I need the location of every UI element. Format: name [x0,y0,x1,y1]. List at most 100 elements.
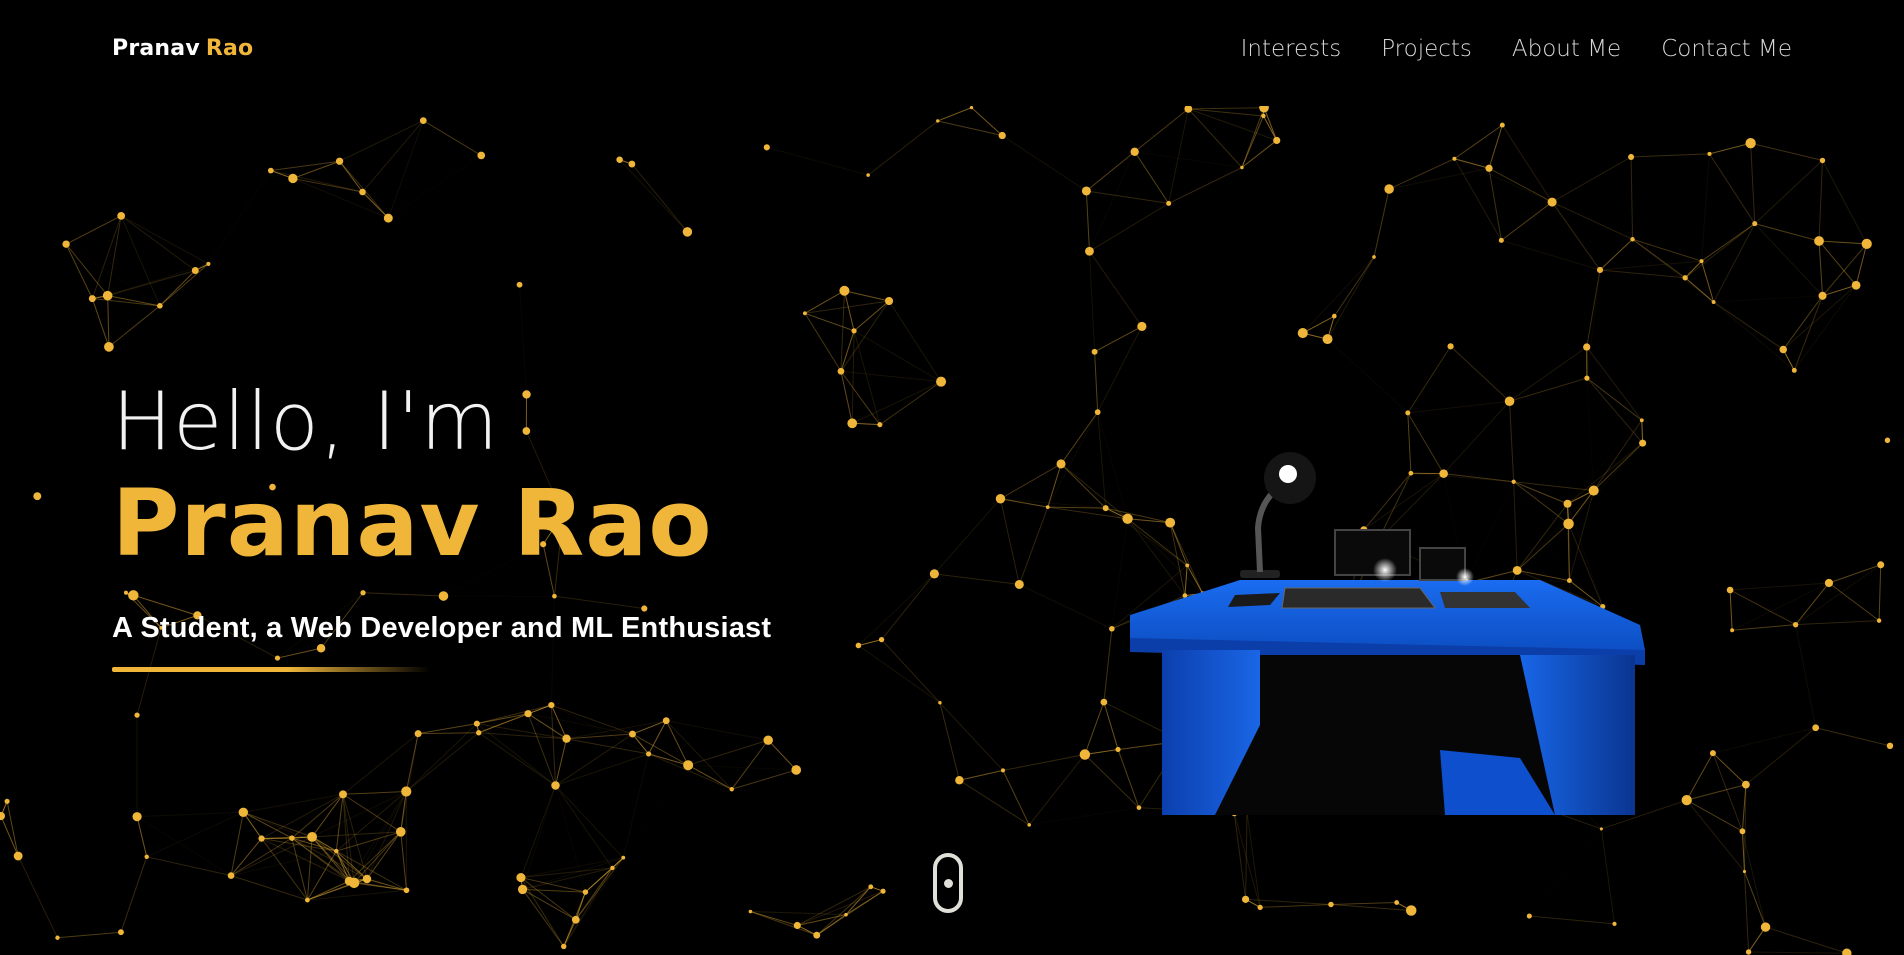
network-node [1612,921,1617,926]
network-line [1741,831,1767,928]
mouse-scroll-icon[interactable] [933,853,963,913]
network-node [682,227,693,237]
network-line [1748,951,1847,954]
network-line [881,639,941,704]
network-line [688,764,797,771]
network-node [1102,505,1109,512]
network-line [1686,799,1743,832]
network-line [1103,628,1113,703]
network-line [1686,752,1714,801]
network-line [840,290,845,372]
network-node [955,776,964,785]
network-line [1599,269,1686,279]
network-node [1405,905,1417,916]
network-node [1583,343,1591,351]
network-node [1027,823,1032,827]
network-node [802,311,807,316]
network-line [17,855,58,938]
network-node [1485,164,1493,172]
network-line [1000,498,1106,509]
page: Pranav Rao Interests Projects About Me Co… [0,0,1904,955]
network-node [813,931,821,939]
nav-link-interests[interactable]: Interests [1241,36,1342,62]
network-node [144,854,149,859]
brand-first-name: Pranav [112,36,200,61]
network-line [766,146,869,176]
network-line [1450,345,1510,402]
network-node [206,261,211,266]
network-line [566,720,667,740]
brand-logo[interactable]: Pranav Rao [112,36,253,61]
network-line [136,816,148,857]
hero-name: Pranav Rao [112,470,713,577]
nav-link-contact-me[interactable]: Contact Me [1661,36,1792,62]
network-line [1795,624,1817,728]
network-node [516,281,523,288]
network-line [1750,142,1823,161]
network-node [335,157,344,165]
network-line [551,704,633,735]
network-line [1599,260,1702,271]
network-node [117,211,126,220]
network-line [937,120,1003,137]
network-node [847,418,858,429]
network-node [1273,136,1281,145]
network-line [881,573,935,640]
network-line [230,812,244,876]
network-line [1587,347,1643,443]
network-line [888,300,942,382]
network-line [1333,256,1375,317]
network-node [548,701,555,709]
network-line [939,702,1004,771]
network-node [476,730,482,736]
network-line [520,877,565,947]
network-line [1633,154,1710,239]
network-line [858,573,935,646]
network-node [1166,200,1172,206]
network-line [1750,143,1756,224]
network-node [307,831,318,842]
network-line [107,215,122,296]
network-node [1739,828,1746,835]
network-line [566,738,649,755]
network-node [851,328,857,334]
network-line [1085,190,1090,252]
network-node [1014,579,1024,589]
network-node [1709,750,1716,757]
network-line [1822,160,1868,245]
network-line [108,305,161,348]
network-node [1056,459,1066,469]
network-node [1297,328,1308,339]
network-line [1599,238,1633,271]
network-line [1388,158,1455,190]
network-line [1089,202,1169,252]
nav-link-projects[interactable]: Projects [1381,36,1472,62]
network-line [388,155,481,218]
network-node [1707,151,1712,156]
network-line [797,890,884,926]
network-line [852,381,942,424]
network-node [383,213,393,223]
network-line [845,890,884,916]
network-line [1686,784,1747,801]
network-line [1765,926,1847,954]
network-line [1815,727,1891,747]
network-line [1795,582,1830,625]
network-node [1779,345,1787,354]
network-node [837,367,845,375]
network-node [1405,410,1411,416]
network-node [4,798,10,804]
network-node [884,296,894,306]
network-node [763,144,770,151]
network-node [1699,259,1704,264]
nav-link-about-me[interactable]: About Me [1512,36,1621,62]
network-line [840,300,890,372]
network-line [292,160,340,179]
network-line [1686,799,1745,872]
hero-underline-divider [112,667,430,672]
network-node [1328,901,1334,908]
network-node [1630,237,1635,242]
network-node [1081,186,1091,196]
network-line [551,704,649,755]
network-line [159,263,209,307]
